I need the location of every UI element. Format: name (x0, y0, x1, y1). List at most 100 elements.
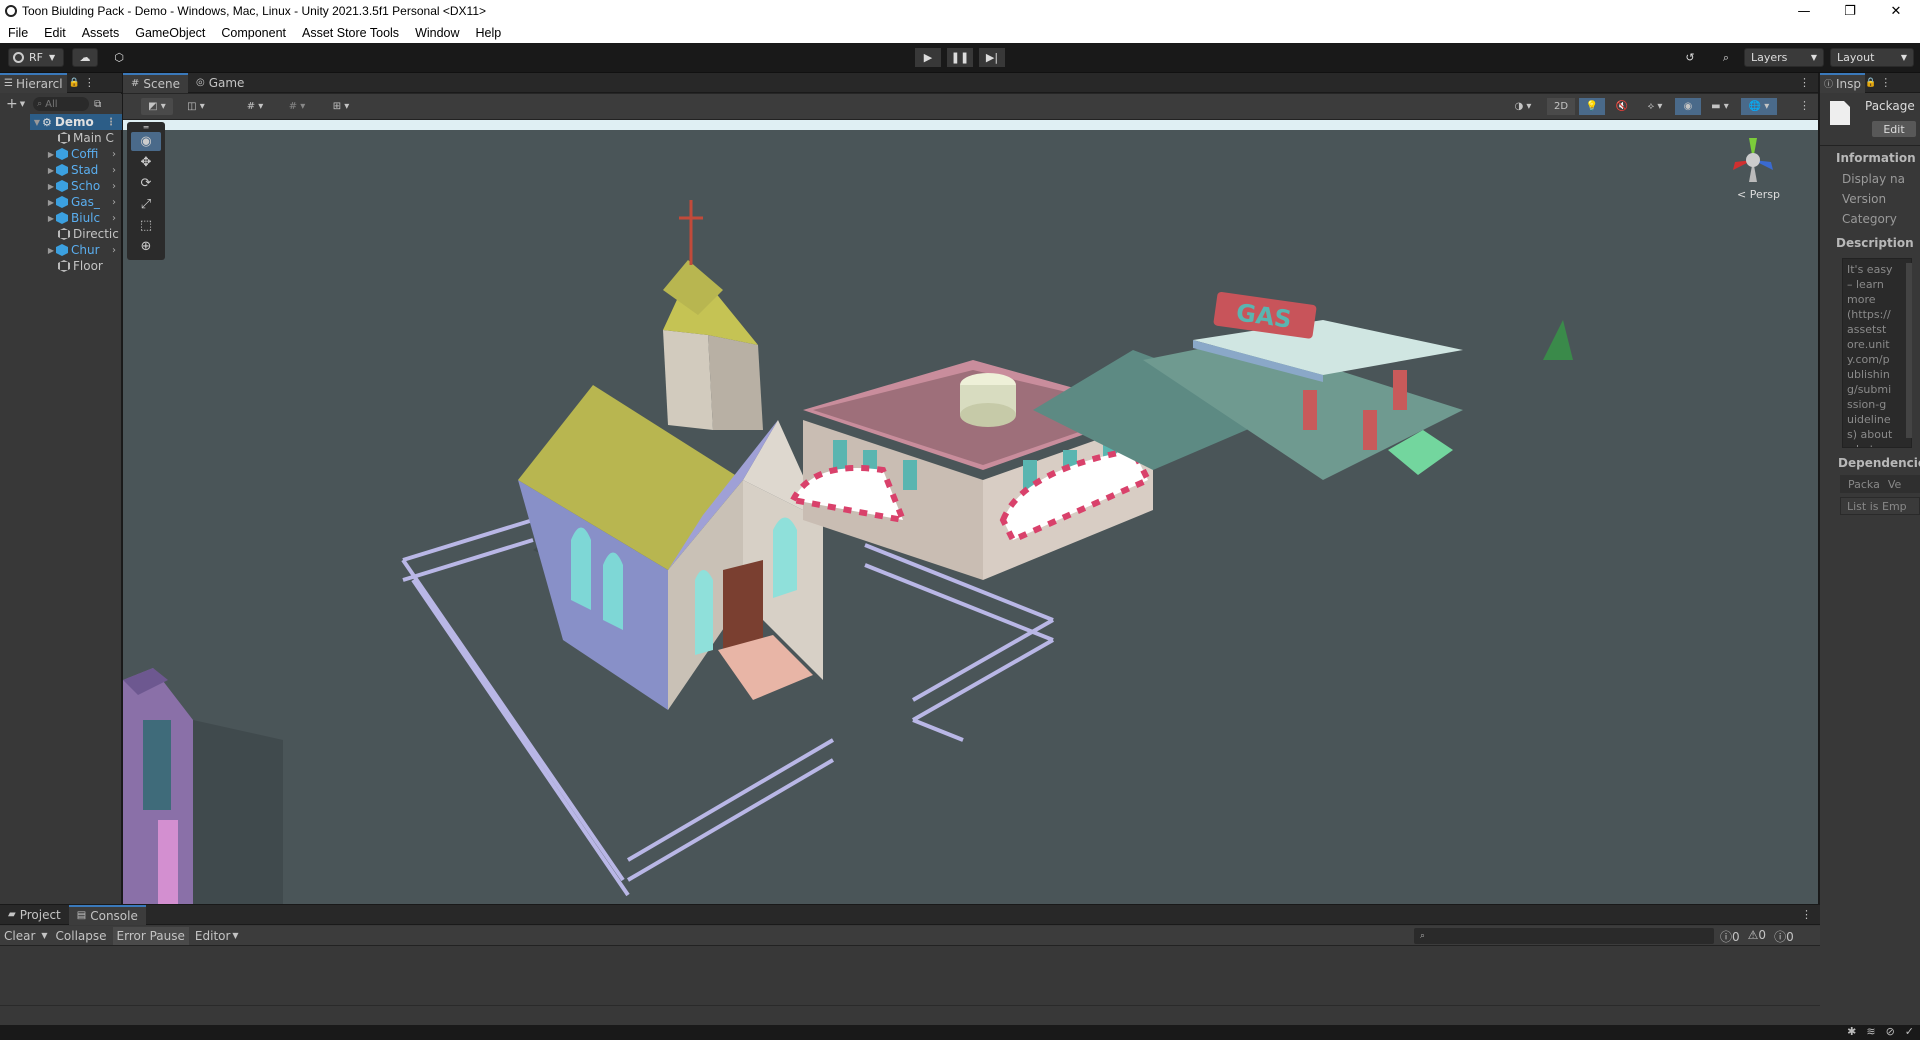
play-button[interactable]: ▶ (915, 48, 941, 67)
expand-arrow-icon[interactable]: ▶ (46, 166, 56, 175)
more-icon[interactable]: ⋮ (84, 76, 95, 89)
tab-game[interactable]: ◎ Game (188, 73, 252, 93)
hierarchy-item-main-camera[interactable]: Main C (0, 130, 122, 146)
menu-window[interactable]: Window (407, 26, 467, 40)
expand-arrow-icon[interactable]: ▼ (32, 118, 42, 127)
hierarchy-item-school[interactable]: ▶ Scho › (0, 178, 122, 194)
expand-arrow-icon[interactable]: ▶ (46, 182, 56, 191)
more-icon[interactable]: ⋮ (106, 117, 116, 128)
clear-button[interactable]: Clear (4, 929, 35, 943)
gizmos-dropdown[interactable]: 🌐 ▾ (1741, 98, 1777, 115)
tab-console[interactable]: ▤ Console (68, 904, 146, 925)
check-icon[interactable]: ✓ (1905, 1025, 1914, 1038)
layers-dropdown[interactable]: Layers ▼ (1744, 48, 1824, 67)
scene-root-demo[interactable]: ▼ ⚙ Demo ⋮ (0, 114, 122, 130)
account-dropdown[interactable]: RF ▼ (8, 48, 64, 67)
menu-edit[interactable]: Edit (36, 26, 74, 40)
more-icon[interactable]: ⋮ (1880, 76, 1891, 89)
error-count-toggle[interactable]: ⓘ0 (1774, 928, 1794, 945)
tab-hierarchy[interactable]: ☰ Hierarcl (0, 72, 67, 93)
error-pause-button[interactable]: Error Pause (112, 926, 189, 945)
close-button[interactable]: ✕ (1873, 0, 1919, 22)
menu-component[interactable]: Component (213, 26, 294, 40)
hierarchy-item-building[interactable]: ▶ Biulc › (0, 210, 122, 226)
transform-tool-button[interactable]: ⊕ (131, 237, 161, 256)
chevron-right-icon[interactable]: › (112, 245, 116, 256)
more-icon[interactable]: ⋮ (1801, 908, 1812, 921)
hierarchy-item-church[interactable]: ▶ Chur › (0, 242, 122, 258)
expand-arrow-icon[interactable]: ▶ (46, 246, 56, 255)
rotate-tool-button[interactable]: ⟳ (131, 174, 161, 193)
hierarchy-item-stadium[interactable]: ▶ Stad › (0, 162, 122, 178)
shading-dropdown[interactable]: ◑ ▾ (1507, 98, 1539, 115)
console-search-input[interactable]: ⌕ (1414, 928, 1714, 944)
edit-button[interactable]: Edit (1872, 121, 1916, 137)
chevron-down-icon[interactable]: ▼ (41, 931, 47, 940)
more-icon[interactable]: ⋮ (1799, 76, 1810, 89)
increment-snap-dropdown[interactable]: # ▾ (281, 98, 313, 115)
description-scrollbar[interactable] (1906, 263, 1912, 438)
layout-dropdown[interactable]: Layout ▼ (1830, 48, 1914, 67)
stack-icon[interactable]: ≋ (1866, 1025, 1875, 1038)
move-tool-button[interactable]: ✥ (131, 153, 161, 172)
menu-help[interactable]: Help (468, 26, 510, 40)
tab-scene[interactable]: # Scene (123, 72, 188, 93)
menu-asset-store-tools[interactable]: Asset Store Tools (294, 26, 407, 40)
info-count-toggle[interactable]: ⓘ0 (1720, 928, 1740, 945)
draw-mode-dropdown[interactable]: ◩ ▾ (141, 98, 173, 115)
collapse-button[interactable]: Collapse (56, 929, 107, 943)
scene-viewport[interactable]: GAS ═ ◉ ✥ ⟳ ⤢ ⬚ ⊕ < Persp (123, 120, 1818, 904)
camera-dropdown[interactable]: ▬ ▾ (1703, 98, 1737, 115)
search-button[interactable]: ⌕ (1714, 48, 1738, 67)
step-button[interactable]: ▶| (979, 48, 1005, 67)
menu-assets[interactable]: Assets (74, 26, 128, 40)
chevron-right-icon[interactable]: › (112, 181, 116, 192)
perspective-label[interactable]: < Persp (1737, 188, 1780, 201)
add-icon[interactable]: + (6, 96, 18, 112)
more-icon[interactable]: ⋮ (1799, 99, 1810, 112)
chevron-right-icon[interactable]: › (112, 149, 116, 160)
collab-button[interactable]: ⬡ (108, 48, 130, 67)
hierarchy-search-input[interactable]: ⌕ All (33, 97, 90, 111)
history-button[interactable]: ↺ (1678, 48, 1702, 67)
lighting-toggle[interactable]: 💡 (1579, 98, 1605, 115)
hierarchy-item-coffee[interactable]: ▶ Coffi › (0, 146, 122, 162)
orientation-gizmo[interactable] (1723, 130, 1783, 190)
warning-count-toggle[interactable]: ⚠0 (1748, 928, 1766, 945)
lock-icon[interactable]: 🔒 (1865, 78, 1876, 88)
hand-tool-button[interactable]: ◉ (131, 132, 161, 151)
menu-file[interactable]: File (0, 26, 36, 40)
align-dropdown[interactable]: ⊞ ▾ (323, 98, 359, 115)
hierarchy-item-directional-light[interactable]: Directic (0, 226, 122, 242)
expand-arrow-icon[interactable]: ▶ (46, 214, 56, 223)
view-tool-button[interactable]: ═ (131, 123, 161, 132)
grid-snap-dropdown[interactable]: # ▾ (239, 98, 271, 115)
render-mode-dropdown[interactable]: ◫ ▾ (180, 98, 212, 115)
cloud-button[interactable]: ☁ (72, 48, 98, 67)
hidden-objects-toggle[interactable]: ◉ (1675, 98, 1701, 115)
tab-project[interactable]: ▰ Project (0, 905, 69, 925)
menu-gameobject[interactable]: GameObject (127, 26, 213, 40)
network-icon[interactable]: ⊘ (1886, 1025, 1895, 1038)
lock-icon[interactable]: 🔒 (69, 78, 80, 88)
editor-dropdown[interactable]: Editor (195, 929, 231, 943)
bug-icon[interactable]: ✱ (1847, 1025, 1856, 1038)
rect-tool-button[interactable]: ⬚ (131, 216, 161, 235)
maximize-button[interactable]: ❐ (1827, 0, 1873, 22)
audio-toggle[interactable]: 🔇 (1609, 98, 1635, 115)
effects-dropdown[interactable]: ⟡ ▾ (1639, 98, 1671, 115)
pause-button[interactable]: ❚❚ (947, 48, 973, 67)
chevron-right-icon[interactable]: › (112, 165, 116, 176)
expand-arrow-icon[interactable]: ▶ (46, 150, 56, 159)
description-textarea[interactable]: It's easy – learn more (https:// assetst… (1842, 258, 1912, 448)
tab-inspector[interactable]: ⓘ Insp (1820, 72, 1866, 93)
hierarchy-item-gas[interactable]: ▶ Gas_ › (0, 194, 122, 210)
hierarchy-item-floor[interactable]: Floor (0, 258, 122, 274)
minimize-button[interactable]: — (1781, 0, 1827, 22)
2d-toggle[interactable]: 2D (1547, 98, 1575, 115)
scale-tool-button[interactable]: ⤢ (131, 195, 161, 214)
expand-arrow-icon[interactable]: ▶ (46, 198, 56, 207)
chevron-right-icon[interactable]: › (112, 197, 116, 208)
scene-visibility-icon[interactable]: ⧉ (94, 99, 101, 110)
chevron-right-icon[interactable]: › (112, 213, 116, 224)
